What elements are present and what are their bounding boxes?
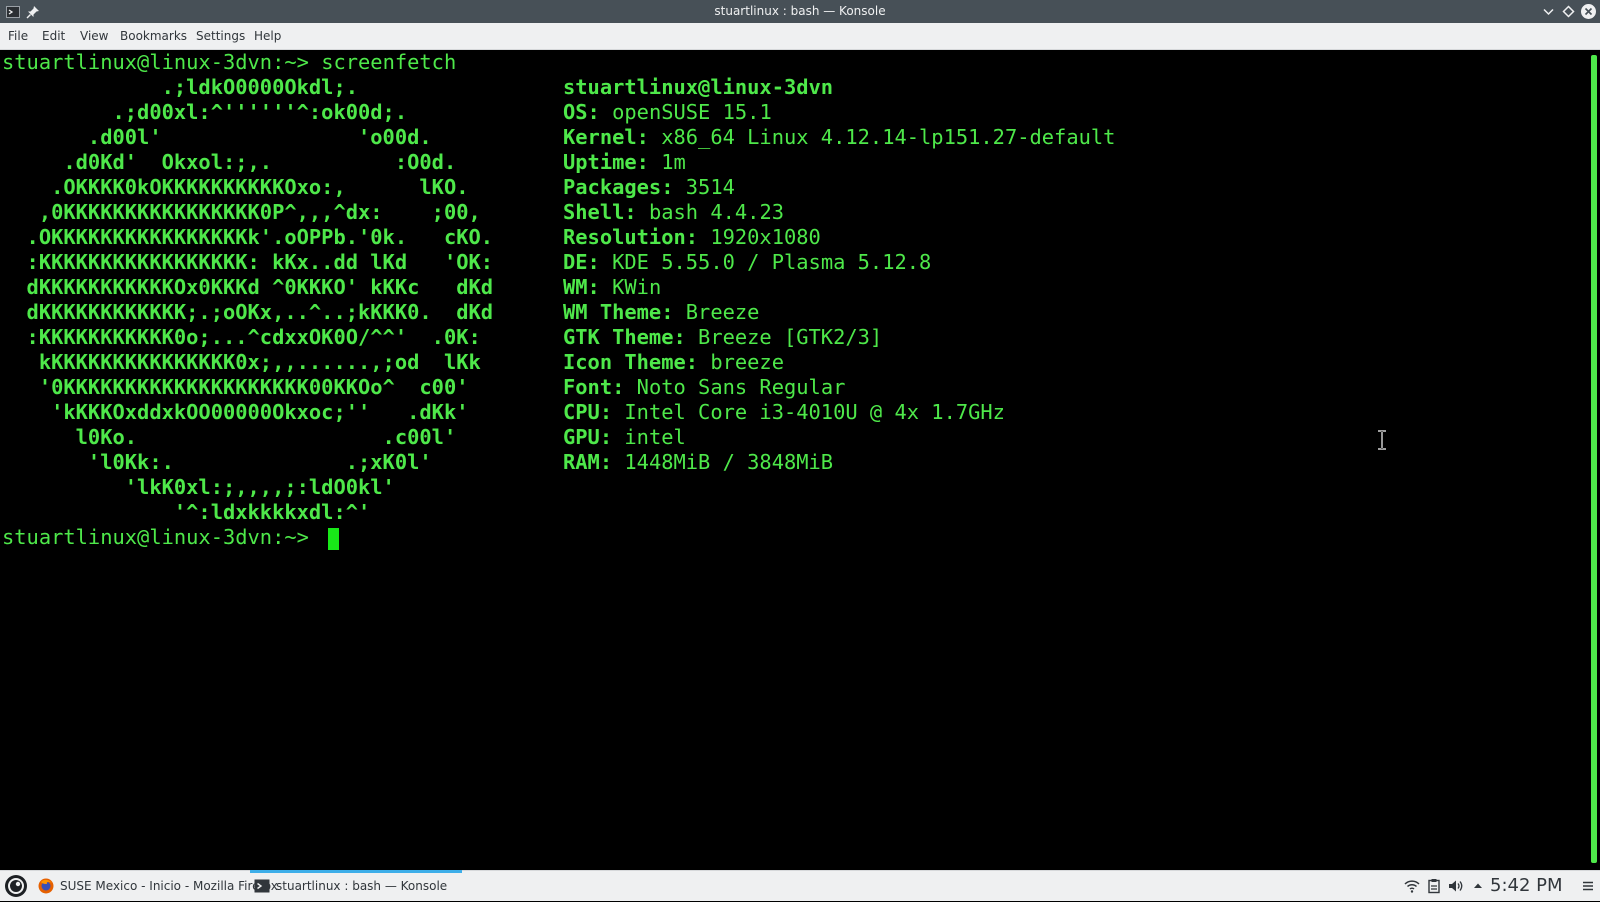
clock[interactable]: 5:42 PM: [1490, 871, 1563, 901]
info-label: GTK Theme:: [563, 325, 686, 349]
clipboard-icon[interactable]: [1426, 878, 1442, 894]
logo-line: :KKKKKKKKKKKKKKKKK: kKx..dd lKd 'OK:: [2, 250, 494, 274]
info-label: DE:: [563, 250, 600, 274]
info-value: 1920x1080: [710, 225, 821, 249]
logo-line: .d00l' 'o00d.: [2, 125, 432, 149]
info-row-gtk-theme: GTK Theme: Breeze [GTK2/3]: [563, 325, 882, 350]
info-value: openSUSE 15.1: [612, 100, 772, 124]
menu-bar: File Edit View Bookmarks Settings Help: [0, 23, 1600, 50]
prompt: stuartlinux@linux-3dvn:~>: [2, 50, 322, 74]
info-value: intel: [624, 425, 686, 449]
logo-line: l0Ko. .c00l': [2, 425, 457, 449]
menu-bookmarks[interactable]: Bookmarks: [120, 23, 187, 49]
logo-line: 'kKKKOxddxkOO00000Okxoc;'' .dKk': [2, 400, 469, 424]
user-host: stuartlinux@linux-3dvn: [563, 75, 834, 99]
info-row-packages: Packages: 3514: [563, 175, 735, 200]
logo-line: .d0Kd' Okxol:;,. :O0d.: [2, 150, 457, 174]
logo-line: kKKKKKKKKKKKKKKK0x;,,......,;od lKk: [2, 350, 481, 374]
menu-edit[interactable]: Edit: [42, 23, 65, 49]
firefox-icon: [38, 878, 54, 894]
logo-line: ,0KKKKKKKKKKKKKKKK0P^,,,^dx: ;00,: [2, 200, 481, 224]
task-konsole[interactable]: stuartlinux : bash — Konsole: [250, 870, 462, 901]
info-row-ram: RAM: 1448MiB / 3848MiB: [563, 450, 833, 475]
panel-menu-icon[interactable]: [1580, 878, 1596, 894]
info-value: Noto Sans Regular: [636, 375, 846, 399]
info-label: Uptime:: [563, 150, 649, 174]
info-row-kernel: Kernel: x86_64 Linux 4.12.14-lp151.27-de…: [563, 125, 1115, 150]
prompt-line: stuartlinux@linux-3dvn:~>: [2, 525, 322, 549]
ibeam-cursor-icon: [1376, 430, 1388, 450]
info-row-uptime: Uptime: 1m: [563, 150, 686, 175]
info-label: Font:: [563, 375, 625, 399]
info-value: KWin: [612, 275, 662, 299]
logo-line: 'lkK0xl:;,,,,;:ldO0kl': [2, 475, 395, 499]
menu-view[interactable]: View: [80, 23, 108, 49]
window-title: stuartlinux : bash — Konsole: [714, 4, 886, 18]
info-value: Intel Core i3-4010U @ 4x 1.7GHz: [624, 400, 1005, 424]
info-row-font: Font: Noto Sans Regular: [563, 375, 845, 400]
logo-line: '0KKKKKKKKKKKKKKKKKKKK00KKOo^ c00': [2, 375, 469, 399]
logo-line: .;d00xl:^''''''^:ok00d;.: [2, 100, 408, 124]
info-value: breeze: [710, 350, 784, 374]
info-row-wm-theme: WM Theme: Breeze: [563, 300, 759, 325]
tray-expand-icon[interactable]: [1470, 878, 1486, 894]
info-label: CPU:: [563, 400, 613, 424]
info-label: RAM:: [563, 450, 613, 474]
info-label: Icon Theme:: [563, 350, 699, 374]
info-label: Packages:: [563, 175, 674, 199]
minimize-button[interactable]: [1540, 3, 1557, 20]
info-row-os: OS: openSUSE 15.1: [563, 100, 772, 125]
info-label: OS:: [563, 100, 600, 124]
info-row-de: DE: KDE 5.55.0 / Plasma 5.12.8: [563, 250, 931, 275]
maximize-button[interactable]: [1560, 3, 1577, 20]
info-value: 3514: [685, 175, 735, 199]
info-label: Shell:: [563, 200, 637, 224]
info-label: GPU:: [563, 425, 613, 449]
menu-settings[interactable]: Settings: [196, 23, 245, 49]
logo-line: .OKKKK0kOKKKKKKKKKKOxo:, lKO.: [2, 175, 469, 199]
info-value: 1448MiB / 3848MiB: [624, 450, 834, 474]
terminal-output[interactable]: stuartlinux@linux-3dvn:~> screenfetch .;…: [0, 50, 1588, 870]
logo-line: 'l0Kk:. .;xK0l': [2, 450, 432, 474]
task-label: SUSE Mexico - Inicio - Mozilla Firefox: [60, 879, 278, 893]
info-row-resolution: Resolution: 1920x1080: [563, 225, 821, 250]
info-label: WM Theme:: [563, 300, 674, 324]
task-label: stuartlinux : bash — Konsole: [276, 879, 448, 893]
taskbar: SUSE Mexico - Inicio - Mozilla Firefox s…: [0, 870, 1600, 901]
logo-line: :KKKKKKKKKKK0o;...^cdxxOK0O/^^' .0K:: [2, 325, 481, 349]
wifi-icon[interactable]: [1404, 878, 1420, 894]
info-label: Resolution:: [563, 225, 699, 249]
logo-line: .OKKKKKKKKKKKKKKKKk'.oOPPb.'0k. cKO.: [2, 225, 494, 249]
info-value: KDE 5.55.0 / Plasma 5.12.8: [612, 250, 932, 274]
menu-file[interactable]: File: [8, 23, 28, 49]
logo-line: .;ldkO0000Okdl;.: [2, 75, 359, 99]
konsole-icon: [254, 878, 270, 894]
logo-line: dKKKKKKKKKKKK;.;oOKx,..^..;kKKK0. dKd: [2, 300, 494, 324]
info-label: Kernel:: [563, 125, 649, 149]
info-row-cpu: CPU: Intel Core i3-4010U @ 4x 1.7GHz: [563, 400, 1005, 425]
application-launcher-icon[interactable]: [4, 874, 28, 898]
logo-line: dKKKKKKKKKKKOx0KKKd ^0KKKO' kKKc dKd: [2, 275, 494, 299]
command-line: stuartlinux@linux-3dvn:~> screenfetch: [2, 50, 456, 75]
volume-icon[interactable]: [1448, 878, 1464, 894]
command: screenfetch: [321, 50, 457, 74]
info-value: Breeze [GTK2/3]: [698, 325, 883, 349]
info-value: x86_64 Linux 4.12.14-lp151.27-default: [661, 125, 1116, 149]
info-row-shell: Shell: bash 4.4.23: [563, 200, 784, 225]
window-titlebar[interactable]: stuartlinux : bash — Konsole: [0, 0, 1600, 23]
info-value: Breeze: [685, 300, 760, 324]
info-row-gpu: GPU: intel: [563, 425, 686, 450]
logo-line: '^:ldxkkkkxdl:^': [2, 500, 371, 524]
scrollbar-thumb[interactable]: [1591, 55, 1597, 863]
info-row-wm: WM: KWin: [563, 275, 661, 300]
info-label: WM:: [563, 275, 600, 299]
task-firefox[interactable]: SUSE Mexico - Inicio - Mozilla Firefox: [36, 871, 278, 901]
info-value: bash 4.4.23: [648, 200, 784, 224]
info-row-icon-theme: Icon Theme: breeze: [563, 350, 784, 375]
close-button[interactable]: [1580, 3, 1597, 20]
menu-help[interactable]: Help: [254, 23, 281, 49]
info-value: 1m: [661, 150, 686, 174]
text-cursor: [328, 528, 339, 550]
